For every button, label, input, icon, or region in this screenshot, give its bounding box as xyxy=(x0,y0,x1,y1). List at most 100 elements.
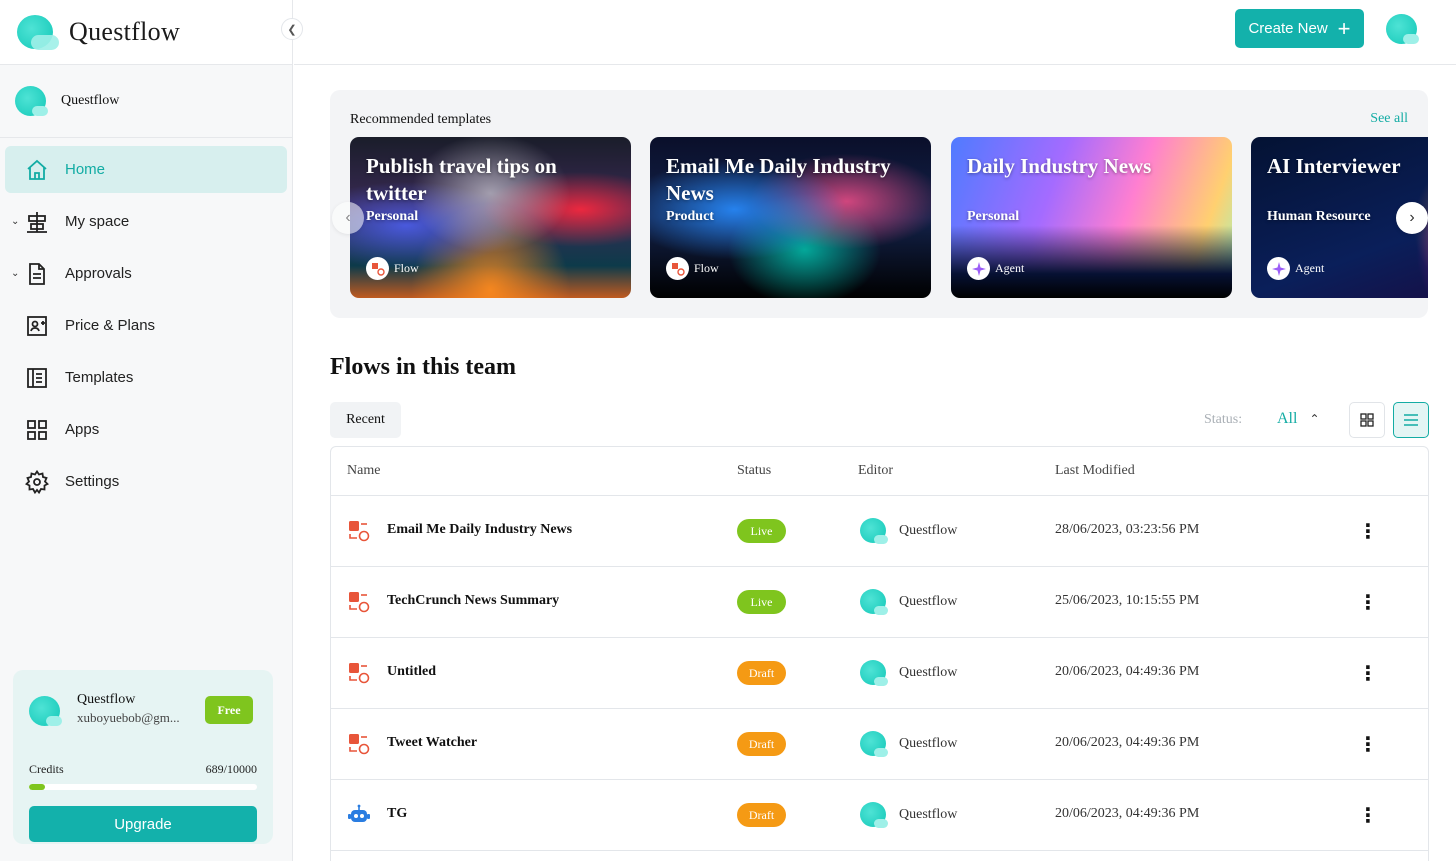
sidebar-item-home[interactable]: Home xyxy=(5,146,287,193)
chevron-down-icon[interactable]: ⌄ xyxy=(11,268,19,279)
sidebar-item-price-plans[interactable]: Price & Plans xyxy=(5,302,287,349)
template-title: Publish travel tips on twitter xyxy=(366,154,557,205)
column-header-name[interactable]: Name xyxy=(347,463,380,479)
flow-name[interactable]: TG xyxy=(387,806,407,822)
sidebar-item-approvals[interactable]: ⌄ Approvals xyxy=(5,250,287,297)
status-filter-dropdown[interactable]: All ⌃ xyxy=(1277,410,1320,428)
table-row[interactable]: Tweet Watcher Draft Questflow 20/06/2023, 0… xyxy=(331,709,1428,780)
editor-avatar xyxy=(860,589,888,615)
credits-value: 689/10000 xyxy=(205,762,257,776)
sidebar-item-settings[interactable]: Settings xyxy=(5,458,287,505)
credits-label: Credits xyxy=(29,762,64,776)
brand-header: Questflow ❮ xyxy=(0,0,303,65)
flow-icon xyxy=(366,257,389,280)
editor-name: Questflow xyxy=(899,665,958,680)
recommended-templates: Recommended templates See all ‹ Publish … xyxy=(330,90,1428,318)
more-options-icon[interactable]: ⋮ xyxy=(1357,802,1379,828)
sidebar-item-label: Settings xyxy=(65,473,120,490)
more-options-icon[interactable]: ⋮ xyxy=(1357,731,1379,757)
collapse-sidebar-button[interactable]: ❮ xyxy=(281,18,303,40)
list-icon xyxy=(25,366,49,390)
table-row[interactable]: Email Me Daily Industry News Live Questflo… xyxy=(331,496,1428,567)
editor-name: Questflow xyxy=(899,736,958,751)
template-category: Personal xyxy=(967,209,1020,224)
user-email: xuboyuebob@gm... xyxy=(77,710,180,725)
brand-name: Questflow xyxy=(69,17,181,46)
flow-icon xyxy=(666,257,689,280)
more-options-icon[interactable]: ⋮ xyxy=(1357,589,1379,615)
workspace-icon xyxy=(25,210,49,234)
table-body: Email Me Daily Industry News Live Questflo… xyxy=(331,496,1428,851)
last-modified: 20/06/2023, 04:49:36 PM xyxy=(1055,664,1200,679)
agent-sparkle-icon xyxy=(967,257,990,280)
create-new-button[interactable]: Create New + xyxy=(1235,9,1364,48)
column-header-last-modified[interactable]: Last Modified xyxy=(1055,463,1135,479)
sidebar-item-templates[interactable]: Templates xyxy=(5,354,287,401)
table-row[interactable]: TG Draft Questflow 20/06/2023, 04:49:36 PM ⋮ xyxy=(331,780,1428,851)
status-badge: Live xyxy=(737,590,786,614)
sidebar-item-label: Price & Plans xyxy=(65,317,156,334)
flow-icon xyxy=(347,661,371,685)
top-bar: Create New + xyxy=(294,0,1456,65)
flow-name[interactable]: Email Me Daily Industry News xyxy=(387,522,572,538)
user-avatar[interactable] xyxy=(29,696,63,726)
status-filter-value: All xyxy=(1277,410,1298,427)
template-card[interactable]: Email Me Daily Industry News Product Flo… xyxy=(650,137,931,298)
see-all-link[interactable]: See all xyxy=(1370,111,1408,127)
template-type: Agent xyxy=(995,261,1025,275)
list-view-button[interactable] xyxy=(1393,402,1429,438)
plan-badge: Free xyxy=(205,696,253,724)
sidebar-item-label: Approvals xyxy=(65,265,132,282)
sidebar-item-label: My space xyxy=(65,213,130,230)
sidebar-item-label: Templates xyxy=(65,369,134,386)
status-badge: Live xyxy=(737,519,786,543)
tab-recent[interactable]: Recent xyxy=(330,402,401,438)
chevron-left-icon: ❮ xyxy=(287,23,297,36)
chevron-down-icon[interactable]: ⌄ xyxy=(11,216,19,227)
carousel-prev-button[interactable]: ‹ xyxy=(332,202,364,234)
column-header-editor[interactable]: Editor xyxy=(858,463,893,479)
last-modified: 25/06/2023, 10:15:55 PM xyxy=(1055,593,1200,608)
carousel-next-button[interactable]: › xyxy=(1396,202,1428,234)
more-options-icon[interactable]: ⋮ xyxy=(1357,518,1379,544)
team-name: Questflow xyxy=(61,93,120,108)
status-filter-label: Status: xyxy=(1204,412,1243,427)
sidebar-item-apps[interactable]: Apps xyxy=(5,406,287,453)
flow-name[interactable]: Tweet Watcher xyxy=(387,735,477,751)
grid-view-button[interactable] xyxy=(1349,402,1385,438)
template-card[interactable]: Daily Industry News Personal Agent xyxy=(951,137,1232,298)
plus-icon: + xyxy=(1337,15,1351,41)
id-card-icon xyxy=(25,314,49,338)
table-row[interactable]: Untitled Draft Questflow 20/06/2023, 04:49:… xyxy=(331,638,1428,709)
flow-name[interactable]: Untitled xyxy=(387,664,436,680)
editor-avatar xyxy=(860,802,888,828)
upgrade-button[interactable]: Upgrade xyxy=(29,806,257,842)
user-card: Questflow xuboyuebob@gm... Free Credits … xyxy=(13,670,273,844)
template-category: Product xyxy=(666,209,714,224)
profile-avatar[interactable] xyxy=(1386,14,1420,44)
grid-icon xyxy=(1360,413,1374,427)
table-row[interactable]: TechCrunch News Summary Live Questflow 25/0… xyxy=(331,567,1428,638)
list-icon xyxy=(1404,414,1418,426)
editor-name: Questflow xyxy=(899,523,958,538)
flow-icon xyxy=(347,519,371,543)
chevron-left-icon: ‹ xyxy=(345,209,351,226)
home-icon xyxy=(25,158,49,182)
section-title: Recommended templates xyxy=(350,112,492,127)
questflow-logo-icon[interactable] xyxy=(17,15,59,50)
template-card[interactable]: Publish travel tips on twitter Personal … xyxy=(350,137,631,298)
team-switcher[interactable]: Questflow xyxy=(0,65,292,138)
sidebar-nav: Home ⌄ My space ⌄ Approvals Price & Plan… xyxy=(0,138,292,505)
more-options-icon[interactable]: ⋮ xyxy=(1357,660,1379,686)
gear-icon xyxy=(25,469,49,494)
chevron-up-icon: ⌃ xyxy=(1309,412,1320,426)
editor-cell: Questflow xyxy=(860,589,957,615)
template-category: Human Resource xyxy=(1267,209,1371,224)
sidebar-item-my-space[interactable]: ⌄ My space xyxy=(5,198,287,245)
sidebar: Questflow ❮ Questflow Home ⌄ My space ⌄ … xyxy=(0,0,303,861)
flow-icon xyxy=(347,732,371,756)
editor-cell: Questflow xyxy=(860,518,957,544)
flows-title: Flows in this team xyxy=(330,354,516,380)
column-header-status[interactable]: Status xyxy=(737,463,771,479)
flow-name[interactable]: TechCrunch News Summary xyxy=(387,593,559,609)
